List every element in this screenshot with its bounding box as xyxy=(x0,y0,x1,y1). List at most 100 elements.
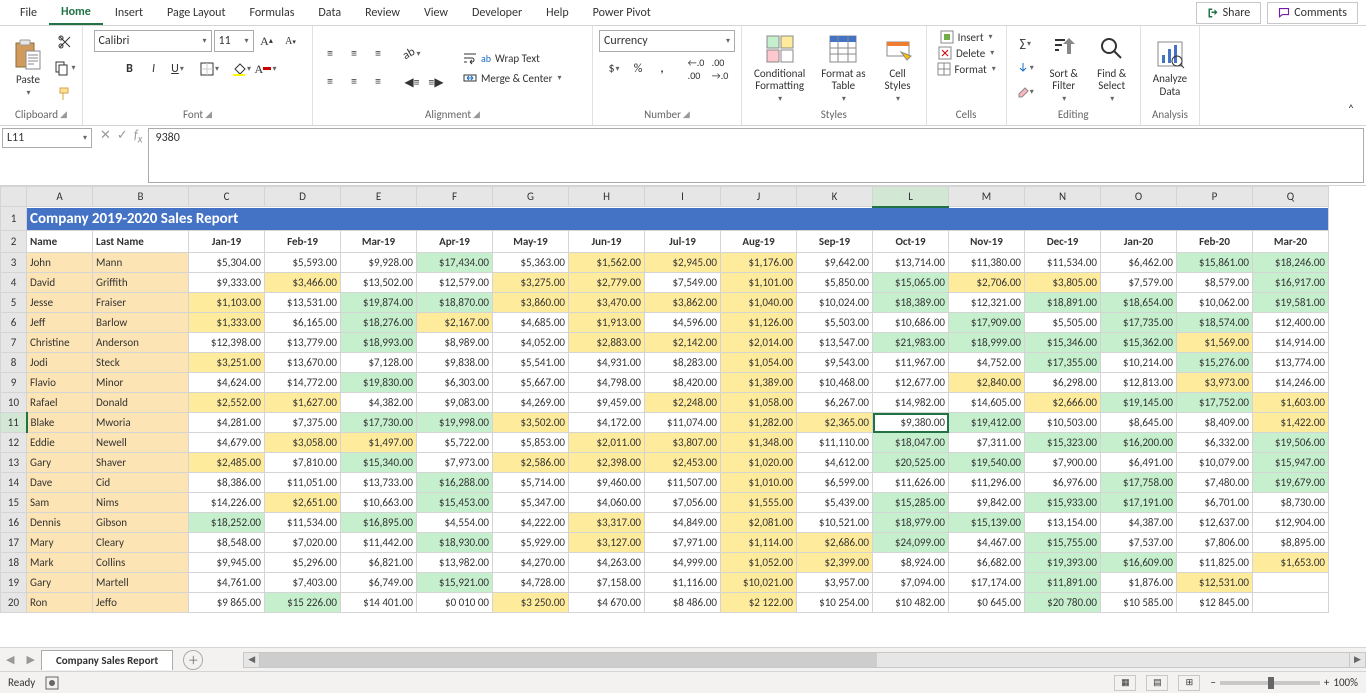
row-header-12[interactable]: 12 xyxy=(1,433,27,453)
cell[interactable]: $16,917.00 xyxy=(1253,273,1329,293)
cell[interactable]: $7,311.00 xyxy=(949,433,1025,453)
orientation-button[interactable]: ab▾ xyxy=(401,43,423,65)
cell[interactable]: $10,663.00 xyxy=(341,493,417,513)
cell[interactable]: $3 250.00 xyxy=(493,593,569,613)
cell[interactable]: $20,525.00 xyxy=(873,453,949,473)
report-title-cell[interactable]: Company 2019-2020 Sales Report xyxy=(27,207,1329,231)
cell[interactable]: $13,733.00 xyxy=(341,473,417,493)
cell[interactable]: $7,537.00 xyxy=(1101,533,1177,553)
cell[interactable]: Dave xyxy=(27,473,93,493)
cell[interactable]: Barlow xyxy=(93,313,189,333)
cell[interactable]: $1,103.00 xyxy=(189,293,265,313)
cell[interactable]: $3,058.00 xyxy=(265,433,341,453)
cell[interactable]: $14,605.00 xyxy=(949,393,1025,413)
cell[interactable]: $12,637.00 xyxy=(1177,513,1253,533)
cell[interactable]: $2,365.00 xyxy=(797,413,873,433)
cell[interactable]: $1,422.00 xyxy=(1253,413,1329,433)
cell[interactable]: $3,275.00 xyxy=(493,273,569,293)
cell[interactable]: $11,110.00 xyxy=(797,433,873,453)
cell[interactable]: John xyxy=(27,253,93,273)
cell[interactable]: $3,127.00 xyxy=(569,533,645,553)
row-header-3[interactable]: 3 xyxy=(1,253,27,273)
cell[interactable]: $2,666.00 xyxy=(1025,393,1101,413)
cell[interactable]: $3,862.00 xyxy=(645,293,721,313)
cell[interactable]: $5,853.00 xyxy=(493,433,569,453)
col-header-P[interactable]: P xyxy=(1177,187,1253,207)
cell[interactable]: $13,774.00 xyxy=(1253,353,1329,373)
align-bottom-button[interactable]: ≡ xyxy=(367,43,389,65)
find-select-button[interactable]: Find & Select▾ xyxy=(1090,31,1134,106)
cell[interactable]: $19,506.00 xyxy=(1253,433,1329,453)
cell[interactable]: $2,453.00 xyxy=(645,453,721,473)
row-header-10[interactable]: 10 xyxy=(1,393,27,413)
cell[interactable]: $15,362.00 xyxy=(1101,333,1177,353)
cancel-formula-button[interactable]: ✕ xyxy=(100,128,111,143)
cell[interactable]: Mworia xyxy=(93,413,189,433)
cell[interactable]: $1,603.00 xyxy=(1253,393,1329,413)
cell[interactable]: $10 585.00 xyxy=(1101,593,1177,613)
cell[interactable]: $6,462.00 xyxy=(1101,253,1177,273)
cell[interactable]: $12 845.00 xyxy=(1177,593,1253,613)
cell[interactable]: $17,355.00 xyxy=(1025,353,1101,373)
select-all-corner[interactable] xyxy=(1,187,27,207)
cell[interactable]: $4,060.00 xyxy=(569,493,645,513)
cell[interactable]: $12,398.00 xyxy=(189,333,265,353)
cell[interactable]: $19,874.00 xyxy=(341,293,417,313)
header-cell[interactable]: Name xyxy=(27,231,93,253)
cell[interactable]: $9 865.00 xyxy=(189,593,265,613)
col-header-M[interactable]: M xyxy=(949,187,1025,207)
autosum-button[interactable]: ∑▾ xyxy=(1013,33,1038,55)
cell[interactable]: $2,081.00 xyxy=(721,513,797,533)
cell[interactable]: $15,346.00 xyxy=(1025,333,1101,353)
cell[interactable]: $15,921.00 xyxy=(417,573,493,593)
cell[interactable]: $15,933.00 xyxy=(1025,493,1101,513)
cell[interactable]: $4 670.00 xyxy=(569,593,645,613)
cell[interactable]: $11,825.00 xyxy=(1177,553,1253,573)
cell[interactable]: Shaver xyxy=(93,453,189,473)
normal-view-button[interactable]: ▦ xyxy=(1114,675,1136,691)
cell[interactable]: $15,340.00 xyxy=(341,453,417,473)
cell[interactable]: $3,807.00 xyxy=(645,433,721,453)
cell[interactable]: $9,459.00 xyxy=(569,393,645,413)
cell[interactable]: $7,549.00 xyxy=(645,273,721,293)
menu-power-pivot[interactable]: Power Pivot xyxy=(581,2,663,24)
cell[interactable]: $6,749.00 xyxy=(341,573,417,593)
cell[interactable]: Blake xyxy=(27,413,93,433)
cell[interactable]: $2,779.00 xyxy=(569,273,645,293)
cell[interactable]: $16,288.00 xyxy=(417,473,493,493)
col-header-G[interactable]: G xyxy=(493,187,569,207)
cell[interactable]: $1,020.00 xyxy=(721,453,797,473)
cell[interactable]: Jodi xyxy=(27,353,93,373)
cell[interactable]: $15,285.00 xyxy=(873,493,949,513)
cell[interactable]: Jesse xyxy=(27,293,93,313)
cell[interactable]: $19,581.00 xyxy=(1253,293,1329,313)
cell[interactable]: $1,627.00 xyxy=(265,393,341,413)
cell[interactable]: $18,654.00 xyxy=(1101,293,1177,313)
row-header-18[interactable]: 18 xyxy=(1,553,27,573)
increase-decimal-button[interactable]: ←.0.00 xyxy=(685,58,707,80)
cell[interactable]: $11,074.00 xyxy=(645,413,721,433)
cell[interactable]: $5,439.00 xyxy=(797,493,873,513)
cell[interactable]: $11,051.00 xyxy=(265,473,341,493)
cell[interactable]: $1,913.00 xyxy=(569,313,645,333)
cell[interactable]: $18,930.00 xyxy=(417,533,493,553)
col-header-E[interactable]: E xyxy=(341,187,417,207)
cell[interactable]: $6,303.00 xyxy=(417,373,493,393)
align-middle-button[interactable]: ≡ xyxy=(343,43,365,65)
cell[interactable]: $8,420.00 xyxy=(645,373,721,393)
fill-button[interactable]: ▾ xyxy=(1013,57,1038,79)
cell[interactable]: $6,682.00 xyxy=(949,553,1025,573)
cell[interactable]: $4,761.00 xyxy=(189,573,265,593)
cell[interactable]: $9,838.00 xyxy=(417,353,493,373)
cell[interactable]: $7,403.00 xyxy=(265,573,341,593)
cell[interactable]: $4,999.00 xyxy=(645,553,721,573)
cell[interactable]: $2,014.00 xyxy=(721,333,797,353)
row-header-13[interactable]: 13 xyxy=(1,453,27,473)
header-cell[interactable]: Last Name xyxy=(93,231,189,253)
cell[interactable]: $8,579.00 xyxy=(1177,273,1253,293)
cell[interactable]: $6,267.00 xyxy=(797,393,873,413)
col-header-B[interactable]: B xyxy=(93,187,189,207)
cell[interactable]: $4,596.00 xyxy=(645,313,721,333)
accounting-button[interactable]: $▾ xyxy=(603,58,625,80)
cell[interactable]: $14,226.00 xyxy=(189,493,265,513)
